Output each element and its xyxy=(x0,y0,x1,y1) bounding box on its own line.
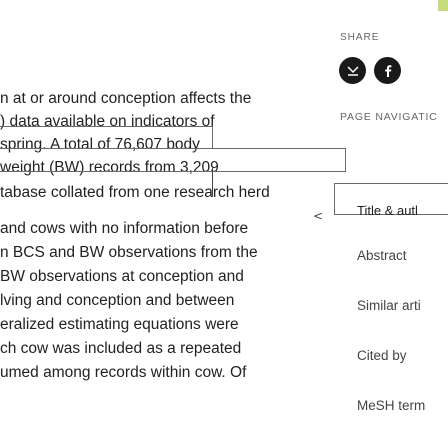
email-icon xyxy=(346,65,359,76)
facebook-icon xyxy=(384,64,391,77)
abstract-line: n BCS and BW observations from the xyxy=(0,244,258,261)
abstract-line: umed among records within cow. Of xyxy=(0,364,247,381)
text-caret xyxy=(212,168,213,196)
abstract-line: ch cow was included as a repeated xyxy=(0,340,242,357)
abstract-line: BW observations at conception and xyxy=(0,268,244,285)
right-sidebar: SHARE PAGE NAVIGATIC Title & autl Abstra… xyxy=(334,0,448,448)
email-share-button[interactable] xyxy=(339,57,366,84)
abstract-line: n at or around conception affects the xyxy=(0,90,252,107)
abstract-line: weight (BW) records from 3,209 xyxy=(0,159,219,176)
nav-item-mesh-terms[interactable]: MeSH term xyxy=(357,398,425,413)
abstract-line: lving and conception and between xyxy=(0,292,235,309)
page-navigation-label: PAGE NAVIGATIC xyxy=(340,111,438,123)
chevron-left-icon: < xyxy=(313,209,324,223)
nav-item-abstract[interactable]: Abstract xyxy=(357,248,407,263)
nav-item-title-authors[interactable]: Title & autl xyxy=(357,203,418,218)
abstract-line: eralized estimating equations were xyxy=(0,316,239,333)
facebook-share-button[interactable] xyxy=(374,57,401,84)
abstract-line: tabase collated from one research herd xyxy=(0,184,270,201)
nav-item-cited-by[interactable]: Cited by xyxy=(357,348,407,363)
share-label: SHARE xyxy=(340,32,380,43)
abstract-line: ) data available on indicators of xyxy=(0,113,215,130)
abstract-line: and cows with no information before xyxy=(0,220,249,237)
nav-item-similar-articles[interactable]: Similar arti xyxy=(357,298,421,313)
abstract-line: spring. A total of 76,607 body xyxy=(0,136,200,153)
